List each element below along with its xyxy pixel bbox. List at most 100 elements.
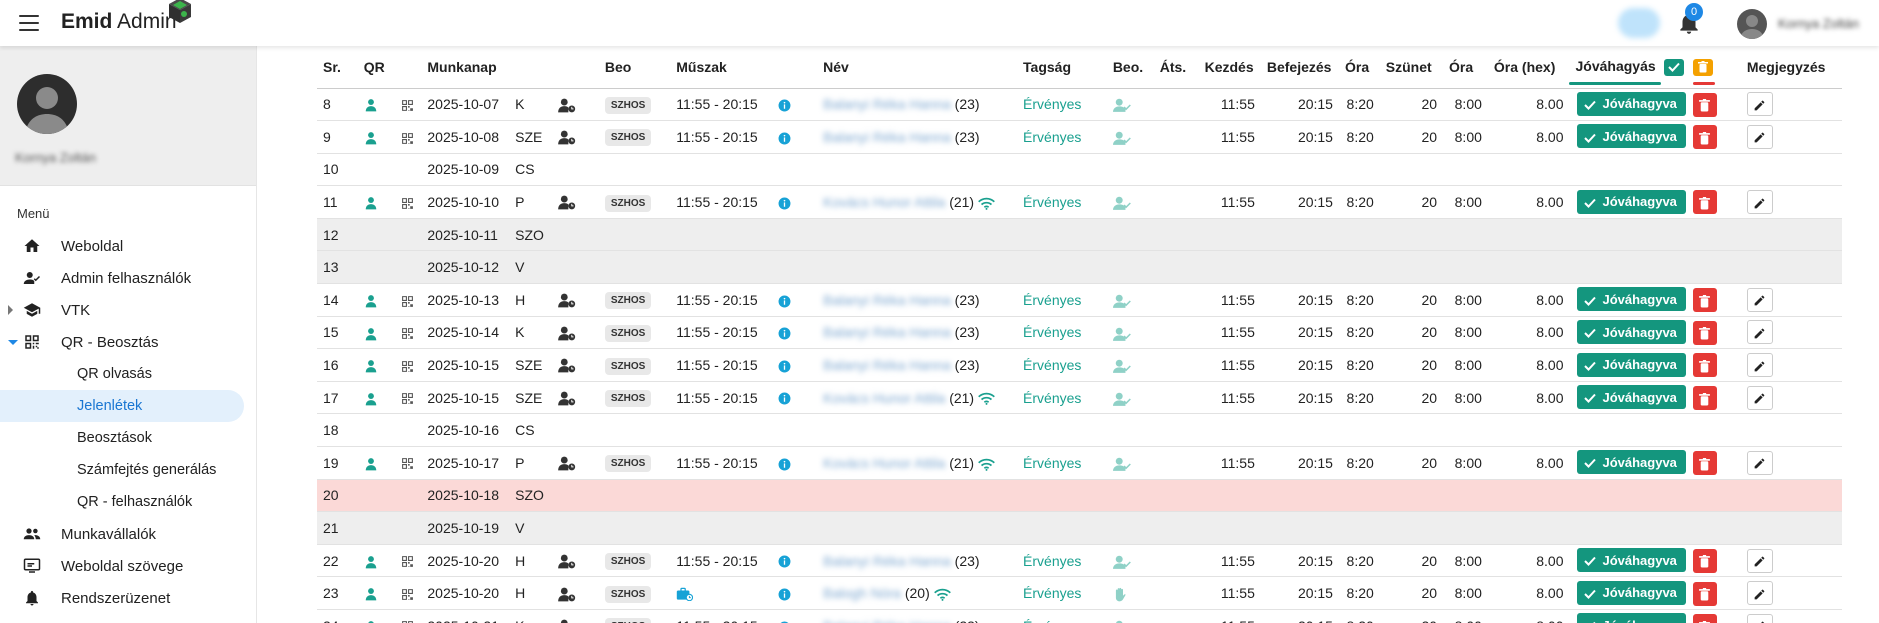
qr-code-icon[interactable] [401, 324, 414, 340]
user-clock-icon[interactable] [558, 617, 576, 623]
delete-button[interactable] [1692, 386, 1717, 411]
person-icon[interactable] [364, 552, 378, 569]
col-sr[interactable]: Sr. [317, 46, 358, 89]
edit-note-button[interactable] [1746, 353, 1773, 378]
delete-button[interactable] [1692, 581, 1717, 606]
person-icon[interactable] [364, 194, 378, 210]
employee-name[interactable]: Balanyi Réka Hanna [823, 553, 951, 569]
col-nev[interactable]: Név [817, 46, 1018, 89]
info-icon[interactable] [778, 585, 791, 601]
user-clock-icon[interactable] [558, 324, 576, 341]
employee-name[interactable]: Balanyi Réka Hanna [823, 618, 951, 623]
sidebar-item-qr-beosztas[interactable]: QR - Beosztás [0, 326, 257, 358]
user-clock-icon[interactable] [558, 454, 576, 471]
brand-title[interactable]: Emid Admin [61, 10, 177, 34]
col-ora-hex[interactable]: Óra (hex) [1487, 46, 1570, 89]
delete-button[interactable] [1692, 451, 1717, 476]
approve-button[interactable]: Jóváhagyva [1577, 548, 1686, 573]
edit-note-button[interactable] [1746, 385, 1773, 410]
delete-button[interactable] [1692, 614, 1717, 623]
employee-name[interactable]: Balogh Nóra [823, 585, 901, 601]
user-clock-icon[interactable] [558, 389, 576, 406]
qr-code-icon[interactable] [401, 455, 414, 471]
sidebar-item-admin-users[interactable]: Admin felhasználók [0, 262, 257, 294]
edit-note-button[interactable] [1746, 287, 1773, 312]
col-beo[interactable]: Beo [598, 46, 671, 89]
employee-name[interactable]: Balanyi Réka Hanna [823, 324, 951, 340]
col-beo-status[interactable]: Beo. [1106, 46, 1154, 89]
employee-name[interactable]: Balanyi Réka Hanna [823, 357, 951, 373]
sidebar-item-weboldal[interactable]: Weboldal [0, 230, 257, 262]
user-clock-icon[interactable] [558, 96, 576, 113]
info-icon[interactable] [778, 357, 791, 373]
sidebar-item-weboldal-szovege[interactable]: Weboldal szövege [0, 550, 257, 582]
edit-note-button[interactable] [1746, 581, 1773, 606]
employee-name[interactable]: Balanyi Réka Hanna [823, 96, 951, 112]
edit-note-button[interactable] [1746, 124, 1773, 149]
col-megjegyzes[interactable]: Megjegyzés [1740, 46, 1842, 89]
user-clock-icon[interactable] [558, 194, 576, 210]
info-icon[interactable] [778, 194, 791, 210]
qr-code-icon[interactable] [401, 618, 414, 623]
sidebar-item-rendszeruzenet[interactable]: Rendszerüzenet [0, 582, 257, 614]
sidebar-item-qr-olvasas[interactable]: QR olvasás [0, 358, 257, 390]
person-icon[interactable] [364, 129, 378, 145]
col-befejezes[interactable]: Befejezés [1260, 46, 1339, 89]
approve-button[interactable]: Jóváhagyva [1577, 91, 1686, 116]
user-avatar[interactable] [1737, 9, 1767, 39]
sidebar-item-munkavallalok[interactable]: Munkavállalók [0, 518, 257, 550]
sidebar-item-vtk[interactable]: VTK [0, 294, 257, 326]
col-muszak[interactable]: Műszak [670, 46, 773, 89]
info-icon[interactable] [778, 390, 791, 406]
qr-code-icon[interactable] [401, 389, 414, 405]
employee-name[interactable]: Kovács Hunor Attila [823, 194, 945, 210]
approve-button[interactable]: Jóváhagyva [1577, 352, 1686, 377]
qr-code-icon[interactable] [401, 129, 414, 145]
approve-button[interactable]: Jóváhagyva [1577, 189, 1686, 214]
approve-button[interactable]: Jóváhagyva [1577, 450, 1686, 475]
col-szunet[interactable]: Szünet [1379, 46, 1444, 89]
edit-note-button[interactable] [1746, 613, 1773, 623]
approve-button[interactable]: Jóváhagyva [1577, 124, 1686, 149]
col-munkanap[interactable]: Munkanap [421, 46, 510, 89]
delete-button[interactable] [1692, 92, 1717, 117]
user-clock-icon[interactable] [558, 585, 576, 601]
col-qr[interactable]: QR [357, 46, 422, 89]
sidebar-item-jelenletek[interactable]: Jelenlétek [0, 390, 244, 422]
delete-button[interactable] [1692, 549, 1717, 573]
collapse-arrow-icon[interactable] [8, 340, 18, 345]
info-icon[interactable] [778, 553, 791, 569]
edit-note-button[interactable] [1746, 450, 1773, 475]
qr-code-icon[interactable] [401, 585, 414, 601]
sidebar-item-szamfejtes[interactable]: Számfejtés generálás [0, 454, 257, 486]
info-icon[interactable] [778, 129, 791, 145]
approve-button[interactable]: Jóváhagyva [1577, 613, 1686, 623]
sidebar-item-qr-felhasznalok[interactable]: QR - felhasználók [0, 486, 257, 518]
user-clock-icon[interactable] [558, 357, 576, 373]
delete-button[interactable] [1692, 125, 1717, 150]
approve-all-check-icon[interactable] [1663, 58, 1684, 76]
employee-name[interactable]: Kovács Hunor Attila [823, 455, 945, 471]
delete-button[interactable] [1692, 288, 1717, 313]
menu-toggle-icon[interactable] [19, 15, 39, 31]
qr-code-icon[interactable] [401, 552, 414, 568]
edit-note-button[interactable] [1746, 320, 1773, 345]
col-jovahagyas-label[interactable]: Jóváhagyás [1575, 58, 1655, 74]
col-ora-net[interactable]: Óra [1443, 46, 1488, 89]
expand-arrow-icon[interactable] [8, 305, 13, 315]
person-icon[interactable] [364, 389, 378, 406]
user-clock-icon[interactable] [558, 552, 576, 569]
delete-button[interactable] [1692, 190, 1717, 215]
qr-code-icon[interactable] [401, 96, 414, 112]
delete-all-trash-icon[interactable] [1693, 58, 1714, 76]
col-ora[interactable]: Óra [1338, 46, 1380, 89]
info-icon[interactable] [778, 292, 791, 308]
edit-note-button[interactable] [1746, 92, 1773, 117]
info-icon[interactable] [778, 455, 791, 471]
delete-button[interactable] [1692, 320, 1717, 345]
approve-button[interactable]: Jóváhagyva [1577, 287, 1686, 312]
employee-name[interactable]: Balanyi Réka Hanna [823, 129, 951, 145]
edit-note-button[interactable] [1746, 548, 1773, 573]
person-icon[interactable] [364, 618, 378, 623]
employee-name[interactable]: Kovács Hunor Attila [823, 390, 945, 406]
